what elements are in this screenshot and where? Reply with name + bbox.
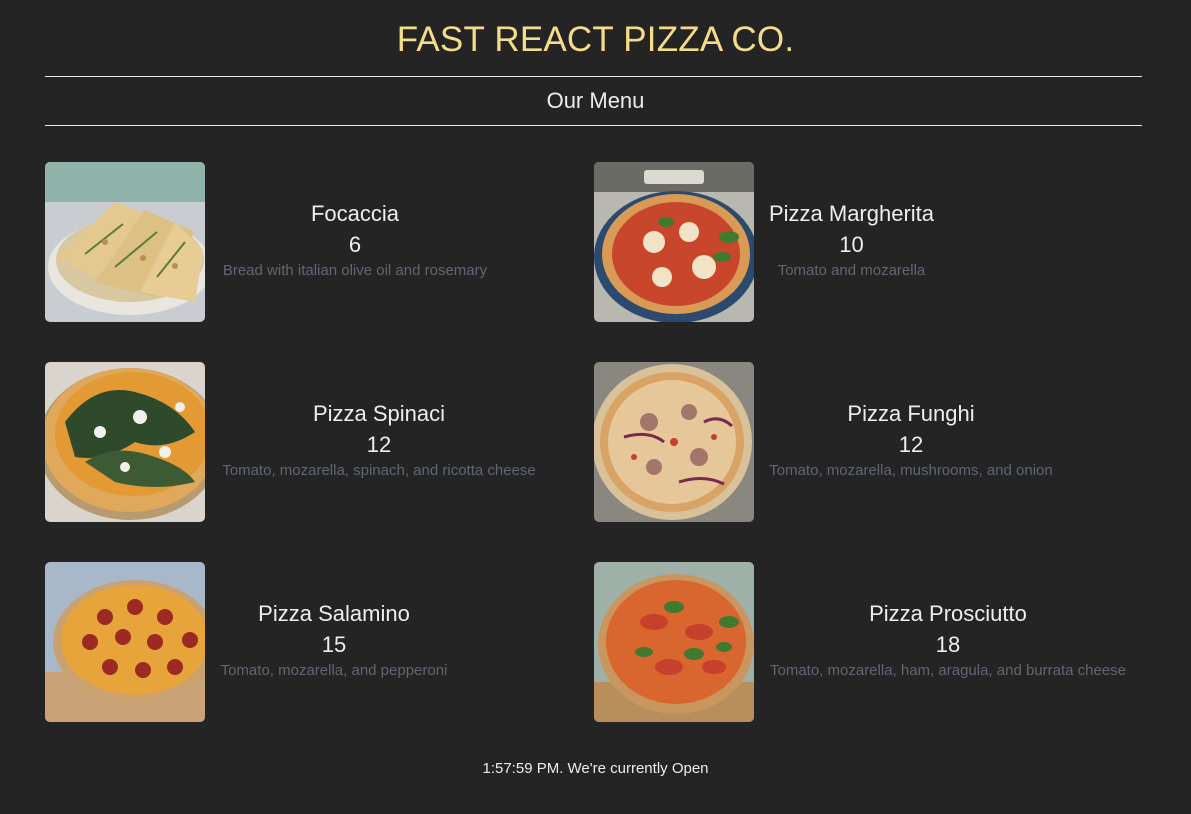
app-root: FAST REACT PIZZA CO. Our Menu Focaccia 6… (0, 0, 1191, 814)
pizza-photo (45, 162, 205, 322)
pizza-name: Pizza Funghi (847, 401, 975, 426)
pizza-price: 6 (348, 232, 362, 257)
pizza-ingredients: Bread with italian olive oil and rosemar… (222, 262, 488, 279)
pizza-ingredients: Tomato, mozarella, spinach, and ricotta … (222, 462, 536, 479)
pizza-name: Pizza Prosciutto (869, 601, 1027, 626)
pizza-name: Pizza Margherita (768, 201, 935, 226)
menu-item-info: Pizza Salamino 15 Tomato, mozarella, and… (217, 600, 593, 690)
pizza-price: 12 (898, 432, 924, 457)
brand-title: FAST REACT PIZZA CO. (396, 20, 795, 59)
pizza-ingredients: Tomato, mozarella, mushrooms, and onion (769, 462, 1053, 479)
menu-item: Pizza Prosciutto 18 Tomato, mozarella, h… (594, 562, 1142, 722)
pizza-photo (594, 162, 754, 322)
pizza-photo (45, 362, 205, 522)
header-divider-bottom (45, 125, 1142, 126)
pizza-photo (45, 562, 205, 722)
pizza-ingredients: Tomato, mozarella, and pepperoni (220, 662, 448, 679)
menu-item-info: Pizza Funghi 12 Tomato, mozarella, mushr… (766, 400, 1142, 490)
menu-item-info: Pizza Prosciutto 18 Tomato, mozarella, h… (766, 600, 1142, 690)
menu-item: Pizza Funghi 12 Tomato, mozarella, mushr… (594, 362, 1142, 522)
pizza-price: 15 (321, 632, 347, 657)
pizza-ingredients: Tomato, mozarella, ham, aragula, and bur… (769, 662, 1127, 679)
pizza-price: 10 (839, 232, 864, 257)
menu-item-info: Focaccia 6 Bread with italian olive oil … (217, 200, 593, 290)
pizza-photo (594, 562, 754, 722)
header-divider-top (45, 76, 1142, 77)
menu-item: Pizza Salamino 15 Tomato, mozarella, and… (45, 562, 593, 722)
pizza-price: 18 (935, 632, 961, 657)
pizza-name: Pizza Spinaci (312, 401, 446, 426)
menu-item: Focaccia 6 Bread with italian olive oil … (45, 162, 593, 322)
menu-item: Pizza Spinaci 12 Tomato, mozarella, spin… (45, 362, 593, 522)
menu-item: Pizza Margherita 10 Tomato and mozarella (594, 162, 1142, 322)
menu-heading: Our Menu (546, 88, 645, 113)
pizza-name: Focaccia (310, 201, 400, 226)
pizza-photo (594, 362, 754, 522)
pizza-price: 12 (366, 432, 392, 457)
pizza-ingredients: Tomato and mozarella (777, 262, 926, 279)
pizza-name: Pizza Salamino (258, 601, 410, 626)
menu-list: Focaccia 6 Bread with italian olive oil … (45, 162, 1145, 722)
menu-item-info: Pizza Margherita 10 Tomato and mozarella (766, 200, 1142, 290)
store-status: 1:57:59 PM. We're currently Open (482, 760, 709, 777)
menu-item-info: Pizza Spinaci 12 Tomato, mozarella, spin… (217, 400, 593, 490)
